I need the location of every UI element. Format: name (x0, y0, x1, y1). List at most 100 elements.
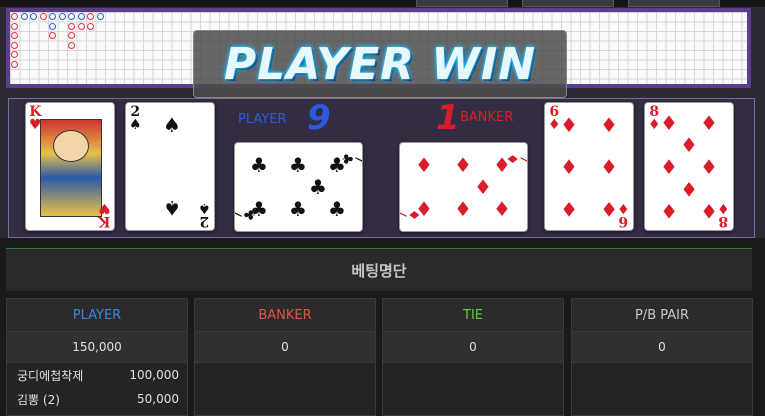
card-panel (8, 98, 755, 238)
road-bead (96, 13, 104, 20)
road-bead (87, 22, 94, 30)
road-bead (77, 22, 85, 30)
player-card-2: 2 ♠ ♠ ♠ 2 ♠ (125, 102, 215, 231)
road-bead (58, 13, 66, 20)
card-corner: 7 ♣ (235, 208, 259, 222)
column-header: PLAYER (7, 299, 187, 332)
heart-icon: ♥ (98, 200, 111, 216)
road-bead (87, 13, 94, 20)
card-corner: 7 ♦ (400, 208, 424, 222)
club-icon: ♣ (309, 175, 327, 199)
diamond-icon: ♦ (407, 208, 424, 222)
diamond-icon: ♦ (560, 197, 578, 221)
club-icon: ♣ (328, 197, 346, 221)
road-bead (49, 22, 56, 30)
road-bead (77, 13, 85, 20)
card-corner: 6 ♦ (617, 200, 630, 229)
top-tab[interactable] (416, 0, 508, 7)
win-banner-text: PLAYER WIN (223, 38, 537, 90)
road-bead (20, 13, 28, 20)
diamond-icon: ♦ (680, 177, 698, 201)
diamond-icon: ♦ (600, 113, 618, 137)
road-bead (68, 32, 75, 39)
bettor-name: 김뽕 (2) (17, 392, 60, 407)
club-icon: ♣ (328, 153, 346, 177)
banker-label: BANKER (460, 110, 514, 125)
card-corner: 6 ♦ (548, 105, 561, 133)
player-card-1: K ♥ K ♥ (25, 102, 115, 231)
card-corner: 8 ♦ (717, 200, 730, 229)
diamond-icon: ♦ (474, 175, 492, 199)
road-bead (68, 22, 75, 30)
road-bead (49, 13, 56, 20)
column-header: TIE (383, 299, 563, 332)
diamond-icon: ♦ (560, 155, 578, 179)
road-bead (11, 32, 18, 39)
column-header: BANKER (195, 299, 375, 332)
road-bead (49, 32, 56, 39)
top-tab[interactable] (628, 0, 720, 7)
betting-list-header: 베팅명단 (6, 248, 752, 291)
diamond-icon: ♦ (700, 199, 718, 223)
spade-icon: ♠ (163, 113, 181, 137)
card-corner: 2 ♠ (198, 200, 211, 229)
bet-column-player: PLAYER 150,000 궁디에첩착제 100,000 김뽕 (2) 50,… (6, 298, 188, 416)
column-total: 150,000 (7, 332, 187, 363)
club-icon: ♣ (289, 153, 307, 177)
diamond-icon: ♦ (600, 197, 618, 221)
player-card-3: 7 ♣ ♣ ♣ ♣ ♣ ♣ ♣ ♣ 7 ♣ (234, 142, 363, 232)
card-corner: 2 ♠ (129, 105, 142, 133)
banker-card-1: 6 ♦ ♦ ♦ ♦ ♦ ♦ ♦ 6 ♦ (544, 102, 634, 231)
road-bead (39, 13, 47, 20)
spade-icon: ♠ (129, 117, 142, 133)
diamond-icon: ♦ (600, 155, 618, 179)
column-header: P/B PAIR (572, 299, 752, 332)
club-icon: ♣ (289, 197, 307, 221)
betting-list-title: 베팅명단 (351, 261, 407, 280)
road-bead (68, 41, 75, 49)
road-bead (30, 13, 37, 20)
diamond-icon: ♦ (454, 197, 472, 221)
bet-column-tie: TIE 0 (382, 298, 564, 416)
diamond-icon: ♦ (648, 117, 661, 133)
diamond-icon: ♦ (548, 117, 561, 133)
road-bead (11, 51, 18, 58)
club-icon: ♣ (250, 153, 268, 177)
diamond-icon: ♦ (700, 155, 718, 179)
column-total: 0 (383, 332, 563, 363)
diamond-icon: ♦ (680, 133, 698, 157)
diamond-icon: ♦ (660, 199, 678, 223)
road-bead (11, 13, 18, 20)
diamond-icon: ♦ (415, 153, 433, 177)
diamond-icon: ♦ (454, 153, 472, 177)
bettor-name: 궁디에첩착제 (17, 368, 84, 383)
win-banner: PLAYER WIN (193, 30, 567, 98)
diamond-icon: ♦ (560, 113, 578, 137)
bet-column-pair: P/B PAIR 0 (571, 298, 753, 416)
diamond-icon: ♦ (660, 111, 678, 135)
diamond-icon: ♦ (717, 200, 730, 216)
road-bead (68, 13, 75, 20)
player-score: 9 (307, 98, 331, 138)
bettor-amount: 50,000 (137, 392, 179, 406)
column-total: 0 (572, 332, 752, 363)
player-label: PLAYER (238, 112, 287, 127)
road-bead (11, 60, 18, 68)
banker-score: 1 (436, 98, 460, 138)
banker-card-3: 7 ♦ ♦ ♦ ♦ ♦ ♦ ♦ ♦ 7 ♦ (399, 142, 528, 232)
card-corner: 8 ♦ (648, 105, 661, 133)
bettor-row: 궁디에첩착제 100,000 (7, 363, 187, 387)
top-tab[interactable] (522, 0, 614, 7)
diamond-icon: ♦ (493, 197, 511, 221)
bettor-row: 김뽕 (2) 50,000 (7, 387, 187, 411)
card-corner: K ♥ (98, 200, 111, 229)
diamond-icon: ♦ (617, 200, 630, 216)
king-face (40, 119, 102, 217)
road-bead (11, 22, 18, 30)
column-total: 0 (195, 332, 375, 363)
diamond-icon: ♦ (700, 111, 718, 135)
diamond-icon: ♦ (493, 153, 511, 177)
spade-icon: ♠ (198, 200, 211, 216)
club-icon: ♣ (242, 208, 259, 222)
banker-card-2: 8 ♦ ♦ ♦ ♦ ♦ ♦ ♦ ♦ ♦ 8 ♦ (644, 102, 734, 231)
